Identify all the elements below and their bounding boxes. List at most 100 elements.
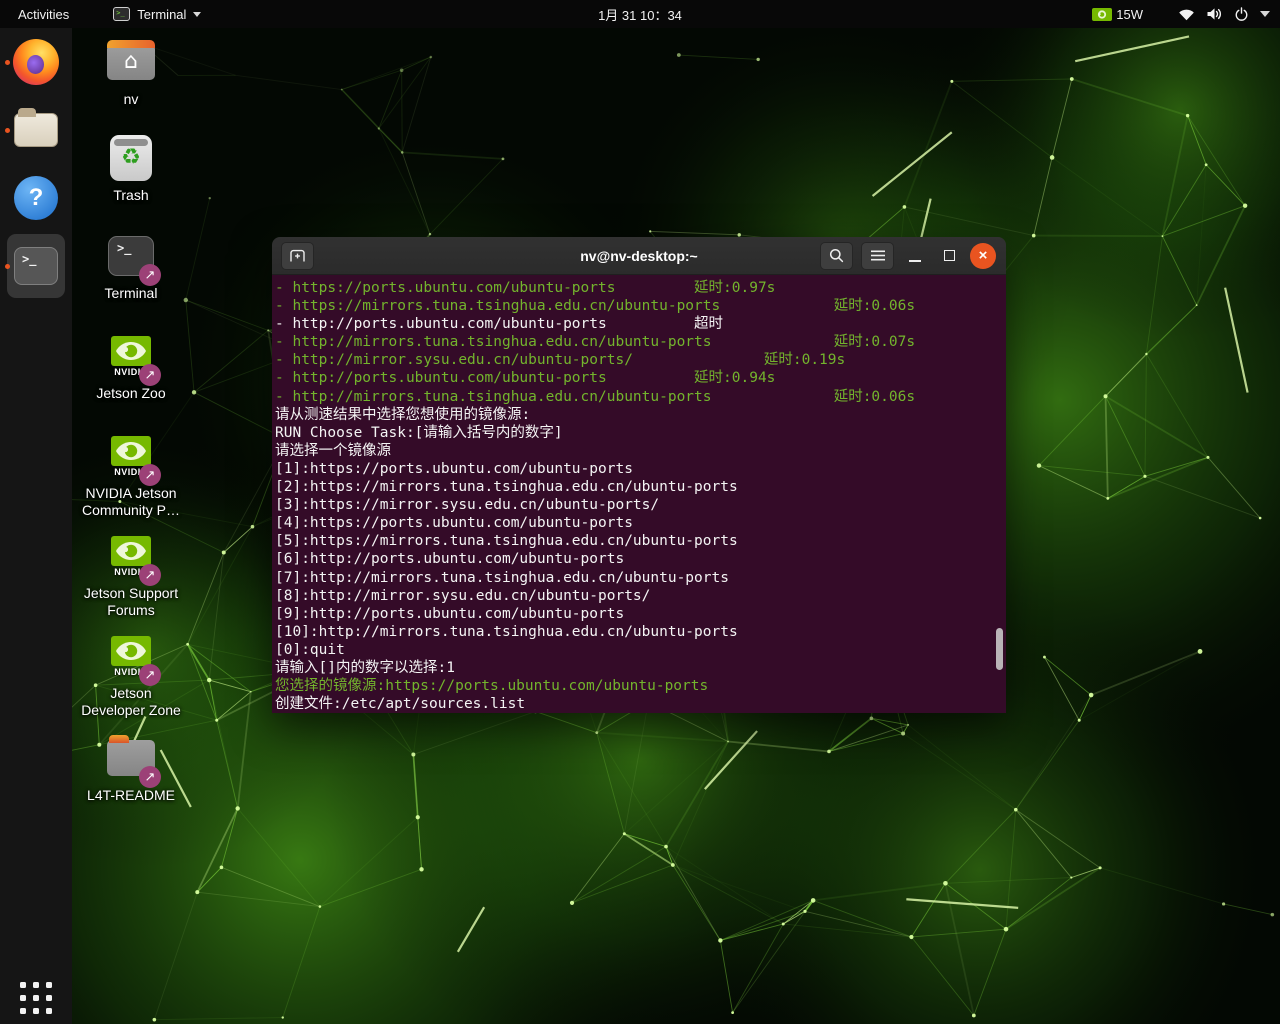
nvidia-eye-icon [111, 536, 151, 566]
maximize-icon [944, 250, 955, 261]
new-tab-button[interactable] [281, 242, 314, 270]
power-mode-label: 15W [1116, 7, 1143, 22]
minimize-icon [909, 260, 921, 262]
desktop-icon-jetson-zoo[interactable]: NVIDIA↗Jetson Zoo [69, 330, 193, 402]
terminal-scrollbar[interactable] [995, 275, 1005, 713]
power-icon [1234, 7, 1249, 22]
scrollbar-thumb[interactable] [996, 628, 1003, 670]
firefox-icon [13, 39, 59, 85]
desktop-icon-terminal[interactable]: >_↗Terminal [69, 230, 193, 302]
terminal-line: [10]:http://mirrors.tuna.tsinghua.edu.cn… [275, 623, 1006, 641]
active-app-highlight [7, 234, 65, 298]
desktop-icon-label: Jetson Support [69, 585, 193, 602]
desktop-icon-label: Terminal [69, 285, 193, 302]
terminal-line: 请从测速结果中选择您想使用的镜像源: [275, 406, 1006, 424]
running-indicator [5, 264, 10, 269]
terminal-line: [4]:https://ports.ubuntu.com/ubuntu-port… [275, 514, 1006, 532]
app-menu-button[interactable]: >_ Terminal [103, 4, 211, 25]
search-icon [829, 248, 844, 263]
activities-button[interactable]: Activities [8, 4, 79, 25]
terminal-line: - http://ports.ubuntu.com/ubuntu-ports 延… [275, 369, 1006, 387]
terminal-line: RUN Choose Task:[请输入括号内的数字] [275, 424, 1006, 442]
terminal-line: 您选择的镜像源:https://ports.ubuntu.com/ubuntu-… [275, 677, 1006, 695]
link-badge-icon: ↗ [139, 264, 161, 286]
desktop-icon-label: Developer Zone [69, 702, 193, 719]
dock-item-terminal[interactable]: >_ [0, 232, 72, 300]
power-mode-indicator: 15W [1092, 7, 1143, 22]
close-icon: × [979, 247, 988, 264]
terminal-line: - http://ports.ubuntu.com/ubuntu-ports 超… [275, 315, 1006, 333]
terminal-line: 创建文件:/etc/apt/sources.list [275, 695, 1006, 713]
minimize-button[interactable] [902, 243, 928, 269]
terminal-line: 请选择一个镜像源 [275, 442, 1006, 460]
app-grid-icon [20, 982, 52, 1014]
home-folder-icon: ⌂ [107, 44, 155, 80]
volume-icon [1206, 7, 1223, 21]
desktop-icon-label: nv [69, 91, 193, 108]
chevron-down-icon [193, 12, 201, 17]
link-badge-icon: ↗ [139, 364, 161, 386]
terminal-window: nv@nv-desktop:~ × [272, 237, 1006, 713]
terminal-titlebar[interactable]: nv@nv-desktop:~ × [272, 237, 1006, 275]
terminal-line: [2]:https://mirrors.tuna.tsinghua.edu.cn… [275, 478, 1006, 496]
terminal-line: [8]:http://mirror.sysu.edu.cn/ubuntu-por… [275, 587, 1006, 605]
desktop-icon-trash[interactable]: ♻ Trash [69, 132, 193, 204]
nvidia-eye-icon [111, 336, 151, 366]
dock-item-files[interactable] [0, 96, 72, 164]
terminal-line: [0]:quit [275, 641, 1006, 659]
terminal-line: [3]:https://mirror.sysu.edu.cn/ubuntu-po… [275, 496, 1006, 514]
terminal-line: [9]:http://ports.ubuntu.com/ubuntu-ports [275, 605, 1006, 623]
running-indicator [5, 60, 10, 65]
maximize-button[interactable] [936, 243, 962, 269]
top-bar: Activities >_ Terminal 1月 31 10：34 15W [0, 0, 1280, 28]
desktop-icon-nv[interactable]: ⌂ nv [69, 36, 193, 108]
link-badge-icon: ↗ [139, 464, 161, 486]
terminal-line: [7]:http://mirrors.tuna.tsinghua.edu.cn/… [275, 569, 1006, 587]
terminal-output[interactable]: - https://ports.ubuntu.com/ubuntu-ports … [272, 275, 1006, 713]
close-button[interactable]: × [970, 243, 996, 269]
menu-button[interactable] [861, 242, 894, 270]
system-tray[interactable]: 15W [1092, 0, 1270, 28]
show-applications-button[interactable] [0, 982, 72, 1014]
desktop-icon-jetson-developer-zone[interactable]: NVIDIA↗JetsonDeveloper Zone [69, 630, 193, 719]
files-icon [14, 113, 58, 147]
terminal-line: - http://mirrors.tuna.tsinghua.edu.cn/ub… [275, 388, 1006, 406]
trash-icon: ♻ [110, 135, 152, 181]
desktop-icon-label: Trash [69, 187, 193, 204]
link-badge-icon: ↗ [139, 664, 161, 686]
dock-item-firefox[interactable] [0, 28, 72, 96]
desktop-icon-jetson-support-forums[interactable]: NVIDIA↗Jetson SupportForums [69, 530, 193, 619]
desktop-icon-label: NVIDIA Jetson [69, 485, 193, 502]
nvidia-eye-icon [111, 636, 151, 666]
nvidia-eye-icon [111, 436, 151, 466]
terminal-line: - https://mirrors.tuna.tsinghua.edu.cn/u… [275, 297, 1006, 315]
link-badge-icon: ↗ [139, 766, 161, 788]
link-badge-icon: ↗ [139, 564, 161, 586]
terminal-app-icon: >_ [113, 7, 130, 21]
dock-item-help[interactable]: ? [0, 164, 72, 232]
desktop-icon-label: Forums [69, 602, 193, 619]
terminal-line: [6]:http://ports.ubuntu.com/ubuntu-ports [275, 550, 1006, 568]
desktop-icon-label: Jetson Zoo [69, 385, 193, 402]
terminal-line: - http://mirror.sysu.edu.cn/ubuntu-ports… [275, 351, 1006, 369]
terminal-line: 请输入[]内的数字以选择:1 [275, 659, 1006, 677]
desktop-icon-nvidia-jetson-community-p[interactable]: NVIDIA↗NVIDIA JetsonCommunity P… [69, 430, 193, 519]
wifi-icon [1178, 8, 1195, 21]
desktop-icon-label: Community P… [69, 502, 193, 519]
desktop: Activities >_ Terminal 1月 31 10：34 15W [0, 0, 1280, 1024]
search-button[interactable] [820, 242, 853, 270]
terminal-line: - http://mirrors.tuna.tsinghua.edu.cn/ub… [275, 333, 1006, 351]
desktop-icon-l4t-readme[interactable]: ↗L4T-README [69, 732, 193, 804]
dock: ? >_ [0, 28, 72, 1024]
nvidia-icon [1092, 8, 1112, 21]
terminal-line: [5]:https://mirrors.tuna.tsinghua.edu.cn… [275, 532, 1006, 550]
app-menu-label: Terminal [137, 7, 186, 22]
running-indicator [5, 128, 10, 133]
desktop-icon-label: L4T-README [69, 787, 193, 804]
terminal-line: - https://ports.ubuntu.com/ubuntu-ports … [275, 279, 1006, 297]
chevron-down-icon [1260, 11, 1270, 17]
desktop-icon-label: Jetson [69, 685, 193, 702]
help-icon: ? [14, 176, 58, 220]
hamburger-icon [871, 250, 885, 261]
terminal-line: [1]:https://ports.ubuntu.com/ubuntu-port… [275, 460, 1006, 478]
